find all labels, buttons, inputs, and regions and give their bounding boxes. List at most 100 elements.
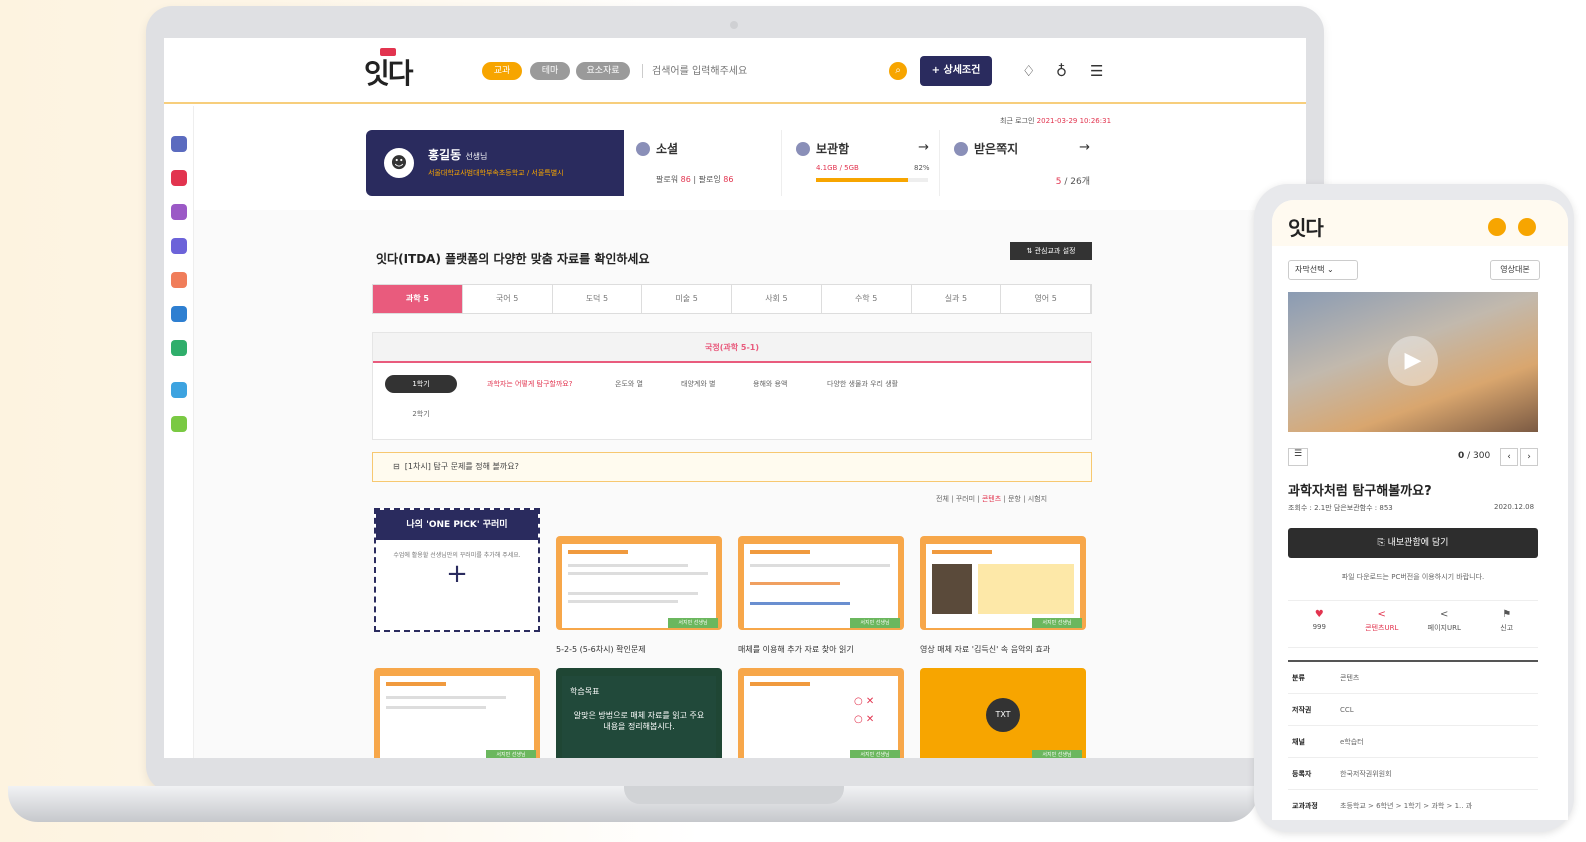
social-icon bbox=[636, 142, 650, 156]
like-count: 999 bbox=[1312, 623, 1326, 631]
tab-ethics[interactable]: 도덕 5 bbox=[553, 285, 643, 313]
content-thumb[interactable]: 서지민 선생님 bbox=[920, 536, 1086, 630]
calc-icon[interactable] bbox=[171, 306, 187, 322]
filter-all[interactable]: 전체 bbox=[936, 495, 949, 503]
report-button[interactable]: ⚑ 신고 bbox=[1476, 601, 1539, 647]
filter-package[interactable]: 꾸러미 bbox=[956, 495, 975, 503]
share-icon: < bbox=[1377, 609, 1386, 620]
box-icon[interactable] bbox=[171, 238, 187, 254]
content-thumb[interactable]: 학습목표 알맞은 방법으로 매체 자료를 읽고 주요 내용을 정리해봅시다. bbox=[556, 668, 722, 758]
page-title: 잇다(ITDA) 플랫폼의 다양한 맞춤 자료를 확인하세요 bbox=[376, 252, 650, 266]
setting-label: 관심교과 설정 bbox=[1034, 247, 1076, 255]
unit-2[interactable]: 온도와 열 bbox=[615, 379, 643, 389]
bell-side-icon[interactable] bbox=[171, 204, 187, 220]
semester-1-button[interactable]: 1학기 bbox=[385, 375, 457, 393]
like-button[interactable]: ♥ 999 bbox=[1288, 601, 1351, 647]
thumb-caption[interactable]: 매체를 이용해 추가 자료 찾아 읽기 bbox=[738, 644, 854, 655]
caption-select-label: 자막선택 bbox=[1295, 265, 1325, 274]
avatar[interactable]: ☻ bbox=[384, 148, 414, 178]
goal-label: 학습목표 bbox=[570, 687, 600, 696]
tab-art[interactable]: 미술 5 bbox=[642, 285, 732, 313]
video-counter: 0 / 300 bbox=[1458, 451, 1490, 461]
lesson-notice[interactable]: ⊟ [1차시] 탐구 문제를 정해 볼까요? bbox=[372, 452, 1092, 482]
cloud-icon[interactable] bbox=[171, 136, 187, 152]
menu-icon[interactable] bbox=[1518, 218, 1536, 236]
onepick-card[interactable]: 나의 'ONE PICK' 꾸러미 수업에 활용할 선생님만의 꾸러미를 추가해… bbox=[374, 508, 540, 632]
unit-5[interactable]: 다양한 생물과 우리 생활 bbox=[827, 379, 898, 389]
content-thumb[interactable]: 서지민 선생님 bbox=[556, 536, 722, 630]
txt-badge: TXT bbox=[986, 698, 1020, 732]
arrow-right-icon[interactable]: → bbox=[918, 140, 929, 155]
list-icon[interactable]: ☰ bbox=[1288, 448, 1308, 466]
flag-icon: ⚑ bbox=[1502, 609, 1512, 620]
semester-2-button[interactable]: 2학기 bbox=[385, 405, 457, 423]
textbook-title: 국정(과학 5-1) bbox=[373, 333, 1091, 363]
filter-exam[interactable]: 시험지 bbox=[1028, 495, 1047, 503]
page-url-button[interactable]: < 페이지URL bbox=[1413, 601, 1476, 647]
next-icon[interactable]: › bbox=[1520, 448, 1538, 466]
content-url-button[interactable]: < 콘텐츠URL bbox=[1351, 601, 1414, 647]
unit-4[interactable]: 용해와 용액 bbox=[753, 379, 787, 389]
follower-label: 팔로워 bbox=[656, 175, 679, 184]
save-to-storage-button[interactable]: ⎘ 내보관함에 담기 bbox=[1288, 528, 1538, 558]
edit-icon[interactable] bbox=[171, 272, 187, 288]
tab-korean[interactable]: 국어 5 bbox=[463, 285, 553, 313]
filter-content[interactable]: 콘텐츠 bbox=[982, 495, 1001, 503]
messages-card[interactable]: 받은쪽지 → 5 / 26개 bbox=[942, 130, 1100, 196]
script-button[interactable]: 영상대본 bbox=[1490, 260, 1540, 280]
thumb-caption[interactable]: 5-2-5 (5-6차시) 확인문제 bbox=[556, 644, 646, 655]
video-icon[interactable] bbox=[171, 170, 187, 186]
itda-logo[interactable]: 잇다 bbox=[1288, 212, 1324, 241]
chat-icon[interactable] bbox=[171, 340, 187, 356]
smile-icon[interactable] bbox=[171, 416, 187, 432]
unit-1[interactable]: 과학자는 어떻게 탐구할까요? bbox=[487, 379, 572, 389]
content-thumb[interactable]: 서지민 선생님 bbox=[738, 536, 904, 630]
tab-practical[interactable]: 실과 5 bbox=[912, 285, 1002, 313]
search-icon[interactable] bbox=[1488, 218, 1506, 236]
unit-3[interactable]: 태양계와 별 bbox=[681, 379, 715, 389]
following-count: 86 bbox=[723, 175, 734, 184]
tab-social[interactable]: 사회 5 bbox=[732, 285, 822, 313]
messages-title: 받은쪽지 bbox=[974, 142, 1019, 156]
caption-select[interactable]: 자막선택 ⌄ bbox=[1288, 260, 1358, 280]
arrow-right-icon[interactable]: → bbox=[1079, 140, 1090, 155]
menu-icon[interactable]: ☰ bbox=[1090, 62, 1103, 80]
robot-icon[interactable] bbox=[171, 382, 187, 398]
info-key: 교과과정 bbox=[1292, 802, 1318, 810]
pill-element[interactable]: 요소자료 bbox=[576, 62, 630, 80]
detail-search-button[interactable]: + 상세조건 bbox=[920, 56, 992, 86]
profile-card: ☻ 홍길동 선생님 서울대학교사범대학부속초등학교 / 서울특별시 bbox=[366, 130, 624, 196]
content-thumb[interactable]: TXT 서지민 선생님 bbox=[920, 668, 1086, 758]
search-input[interactable] bbox=[652, 60, 882, 82]
prev-icon[interactable]: ‹ bbox=[1500, 448, 1518, 466]
content-thumb[interactable]: ○ ✕ ○ ✕ 서지민 선생님 bbox=[738, 668, 904, 758]
social-card[interactable]: 소셜 팔로워 86 | 팔로잉 86 bbox=[624, 130, 782, 196]
pill-subject[interactable]: 교과 bbox=[482, 62, 522, 80]
user-icon[interactable]: ♁ bbox=[1056, 62, 1067, 80]
storage-title: 보관함 bbox=[816, 142, 850, 156]
bell-icon[interactable]: ♢ bbox=[1022, 62, 1035, 80]
storage-card[interactable]: 보관함 → 4.1GB / 5GB 82% bbox=[784, 130, 940, 196]
profile-name: 홍길동 선생님 bbox=[428, 146, 487, 163]
tab-english[interactable]: 영어 5 bbox=[1001, 285, 1091, 313]
plus-icon[interactable]: + bbox=[376, 559, 538, 589]
video-player[interactable]: ▶ bbox=[1288, 292, 1538, 432]
count-current: 0 bbox=[1458, 451, 1465, 461]
following-label: 팔로잉 bbox=[698, 175, 721, 184]
pill-theme[interactable]: 테마 bbox=[530, 62, 570, 80]
author-tag: 서지민 선생님 bbox=[1032, 750, 1082, 758]
itda-logo[interactable]: 잇다 bbox=[364, 48, 414, 92]
tab-math[interactable]: 수학 5 bbox=[822, 285, 912, 313]
filter-question[interactable]: 문항 bbox=[1008, 495, 1021, 503]
thumb-caption[interactable]: 영상 매체 자료 '김득신' 속 음악의 효과 bbox=[920, 644, 1050, 655]
play-icon[interactable]: ▶ bbox=[1388, 336, 1438, 386]
video-title: 과학자처럼 탐구해볼까요? bbox=[1288, 484, 1432, 499]
content-thumb[interactable]: 서지민 선생님 bbox=[374, 668, 540, 758]
info-key: 분류 bbox=[1292, 674, 1305, 682]
message-total: 26개 bbox=[1070, 177, 1090, 187]
phone-header: 잇다 bbox=[1272, 200, 1568, 246]
tab-science[interactable]: 과학 5 bbox=[373, 285, 463, 313]
interest-setting-button[interactable]: ⇅ 관심교과 설정 bbox=[1010, 242, 1092, 260]
search-icon[interactable]: ⌕ bbox=[889, 62, 907, 80]
download-note: 파일 다운로드는 PC버전을 이용하시기 바랍니다. bbox=[1341, 573, 1485, 581]
